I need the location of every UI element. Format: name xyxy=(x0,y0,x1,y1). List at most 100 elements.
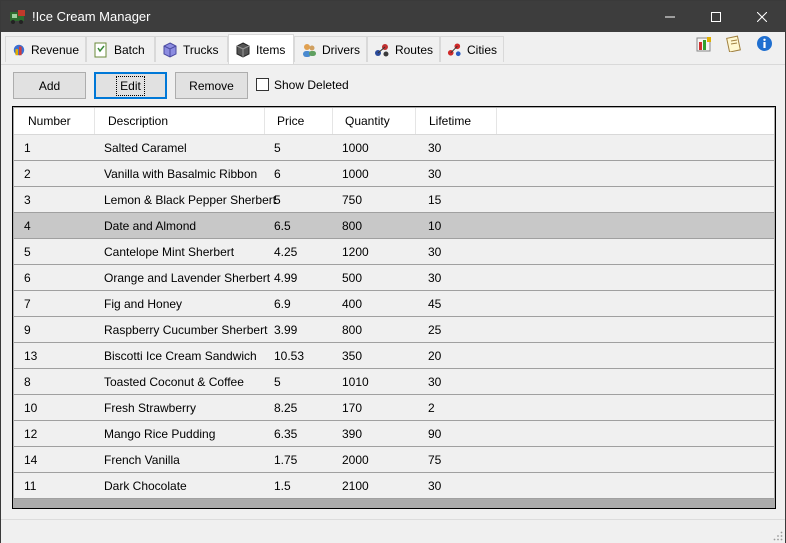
show-deleted-checkbox[interactable] xyxy=(256,78,269,91)
cell-lifetime: 30 xyxy=(428,479,442,493)
cell-lifetime: 30 xyxy=(428,271,442,285)
column-header-quantity[interactable]: Quantity xyxy=(333,108,416,134)
table-row[interactable]: 5 Cantelope Mint Sherbert 4.25 1200 30 xyxy=(14,239,774,265)
cell-price: 6.35 xyxy=(274,427,298,441)
tab-trucks[interactable]: Trucks xyxy=(155,36,228,62)
cell-description: Dark Chocolate xyxy=(104,479,187,493)
cell-quantity: 1010 xyxy=(342,375,369,389)
cell-price: 6 xyxy=(274,167,281,181)
table-header: Number Description Price Quantity Lifeti… xyxy=(14,108,774,135)
window-title: !Ice Cream Manager xyxy=(32,9,151,24)
maximize-button[interactable] xyxy=(693,1,739,32)
tab-revenue[interactable]: Revenue xyxy=(5,36,86,62)
tab-batch[interactable]: Batch xyxy=(86,36,155,62)
maximize-icon xyxy=(711,11,721,22)
table-row[interactable]: 1 Salted Caramel 5 1000 30 xyxy=(14,135,774,161)
cell-quantity: 500 xyxy=(342,271,363,285)
resize-grip-icon[interactable] xyxy=(773,531,783,541)
table-row[interactable]: 12 Mango Rice Pudding 6.35 390 90 xyxy=(14,421,774,447)
tab-routes[interactable]: Routes xyxy=(367,36,440,62)
batch-icon xyxy=(94,42,107,57)
cell-number: 12 xyxy=(24,427,38,441)
cell-description: Lemon & Black Pepper Sherbert xyxy=(104,193,277,207)
info-icon[interactable] xyxy=(756,35,773,52)
cell-description: Date and Almond xyxy=(104,219,197,233)
table-row[interactable]: 8 Toasted Coconut & Coffee 5 1010 30 xyxy=(14,369,774,395)
cell-quantity: 390 xyxy=(342,427,363,441)
cell-number: 2 xyxy=(24,167,31,181)
trucks-icon xyxy=(163,41,177,58)
cell-lifetime: 30 xyxy=(428,375,442,389)
cell-lifetime: 15 xyxy=(428,193,442,207)
items-icon xyxy=(236,41,250,58)
column-header-price[interactable]: Price xyxy=(265,108,333,134)
edit-button[interactable]: Edit xyxy=(94,72,167,99)
cell-number: 5 xyxy=(24,245,31,259)
table-row[interactable]: 2 Vanilla with Basalmic Ribbon 6 1000 30 xyxy=(14,161,774,187)
items-table[interactable]: Number Description Price Quantity Lifeti… xyxy=(12,106,776,509)
cell-quantity: 2100 xyxy=(342,479,369,493)
tab-cities[interactable]: Cities xyxy=(440,36,504,62)
cell-quantity: 170 xyxy=(342,401,363,415)
tab-label: Cities xyxy=(466,42,497,57)
cell-price: 5 xyxy=(274,375,281,389)
cell-lifetime: 75 xyxy=(428,453,442,467)
cell-description: Cantelope Mint Sherbert xyxy=(104,245,235,259)
close-button[interactable] xyxy=(739,1,785,32)
cell-lifetime: 45 xyxy=(428,297,442,311)
title-bar[interactable]: !Ice Cream Manager xyxy=(1,1,785,32)
cell-price: 6.9 xyxy=(274,297,291,311)
drivers-icon xyxy=(303,43,316,57)
table-row[interactable]: 6 Orange and Lavender Sherbert 4.99 500 30 xyxy=(14,265,774,291)
table-row[interactable]: 14 French Vanilla 1.75 2000 75 xyxy=(14,447,774,473)
notes-icon[interactable] xyxy=(726,35,743,52)
cell-number: 1 xyxy=(24,141,31,155)
tab-label: Items xyxy=(256,42,286,57)
table-row[interactable]: 4 Date and Almond 6.5 800 10 xyxy=(14,213,774,239)
report-icon[interactable] xyxy=(696,35,713,52)
add-button[interactable]: Add xyxy=(13,72,86,99)
tab-label: Drivers xyxy=(322,42,360,57)
tab-strip: Revenue Batch Trucks Items Drivers Route… xyxy=(1,32,785,65)
tab-items[interactable]: Items xyxy=(228,34,294,64)
app-window: !Ice Cream Manager Revenue Batch Trucks … xyxy=(0,0,786,543)
cell-description: Fresh Strawberry xyxy=(104,401,197,415)
cell-quantity: 750 xyxy=(342,193,363,207)
table-row[interactable]: 9 Raspberry Cucumber Sherbert 3.99 800 25 xyxy=(14,317,774,343)
cell-description: Orange and Lavender Sherbert xyxy=(104,271,271,285)
cell-number: 14 xyxy=(24,453,38,467)
table-row[interactable]: 10 Fresh Strawberry 8.25 170 2 xyxy=(14,395,774,421)
status-bar xyxy=(1,519,785,543)
table-row[interactable]: 11 Dark Chocolate 1.5 2100 30 xyxy=(14,473,774,499)
edit-button-label: Edit xyxy=(116,75,145,96)
cell-quantity: 2000 xyxy=(342,453,369,467)
cell-price: 8.25 xyxy=(274,401,298,415)
cell-price: 1.5 xyxy=(274,479,291,493)
cell-price: 4.99 xyxy=(274,271,298,285)
tab-label: Routes xyxy=(394,42,433,57)
cell-number: 6 xyxy=(24,271,31,285)
add-button-label: Add xyxy=(38,78,61,93)
cell-lifetime: 20 xyxy=(428,349,442,363)
show-deleted-label[interactable]: Show Deleted xyxy=(274,78,349,92)
ice-cream-truck-icon xyxy=(10,10,25,24)
cell-price: 6.5 xyxy=(274,219,291,233)
cell-price: 5 xyxy=(274,193,281,207)
table-row[interactable]: 13 Biscotti Ice Cream Sandwich 10.53 350 20 xyxy=(14,343,774,369)
cell-description: Mango Rice Pudding xyxy=(104,427,216,441)
minimize-icon xyxy=(665,16,675,17)
column-header-number[interactable]: Number xyxy=(14,108,95,134)
table-row[interactable]: 7 Fig and Honey 6.9 400 45 xyxy=(14,291,774,317)
cell-number: 8 xyxy=(24,375,31,389)
tab-drivers[interactable]: Drivers xyxy=(294,36,367,62)
column-header-lifetime[interactable]: Lifetime xyxy=(416,108,497,134)
table-row[interactable]: 3 Lemon & Black Pepper Sherbert 5 750 15 xyxy=(14,187,774,213)
remove-button[interactable]: Remove xyxy=(175,72,248,99)
minimize-button[interactable] xyxy=(647,1,693,32)
cell-quantity: 1200 xyxy=(342,245,369,259)
cell-quantity: 400 xyxy=(342,297,363,311)
cell-description: Biscotti Ice Cream Sandwich xyxy=(104,349,257,363)
cell-number: 10 xyxy=(24,401,38,415)
cell-price: 10.53 xyxy=(274,349,305,363)
column-header-description[interactable]: Description xyxy=(95,108,265,134)
